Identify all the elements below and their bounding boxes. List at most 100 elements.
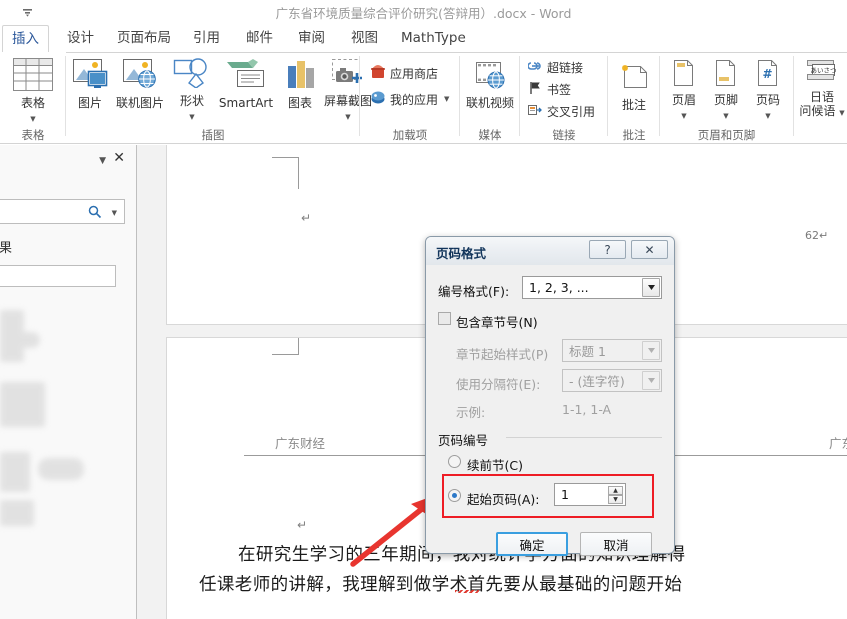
start-at-value: 1	[561, 487, 569, 502]
store-button[interactable]: 应用商店	[370, 64, 438, 82]
online-video-button[interactable]: 联机视频	[464, 61, 516, 110]
svg-text:あいさつ: あいさつ	[811, 67, 837, 75]
ribbon-group-media-label: 媒体	[478, 128, 502, 142]
tab-references[interactable]: 引用	[184, 25, 229, 52]
tab-page-layout[interactable]: 页面布局	[108, 25, 180, 52]
new-comment-label: 批注	[621, 98, 646, 112]
paragraph-mark: ↵	[301, 211, 312, 225]
picture-icon	[69, 58, 111, 94]
margin-marker-top-left	[272, 157, 300, 189]
chevron-down-icon[interactable]: ▼	[189, 113, 194, 121]
group-separator	[793, 56, 794, 136]
page-number-62: 62↵	[805, 229, 829, 242]
tab-mathtype[interactable]: MathType	[392, 25, 475, 52]
chevron-down-icon[interactable]: ▼	[839, 109, 844, 117]
insert-online-picture-button[interactable]: 联机图片	[111, 58, 169, 110]
start-at-radio[interactable]	[448, 489, 461, 502]
chevron-down-icon[interactable]	[642, 341, 660, 360]
ribbon-group-links-label: 链接	[552, 128, 576, 142]
tab-design[interactable]: 设计	[58, 25, 103, 52]
hyperlink-label: 超链接	[547, 61, 584, 75]
ribbon-group-media: 联机视频 媒体	[460, 53, 520, 144]
chevron-down-icon[interactable]: ▼	[765, 112, 770, 120]
new-comment-button[interactable]: 批注	[614, 63, 654, 112]
page-header-left[interactable]: 广东财经	[275, 433, 325, 452]
chevron-down-icon[interactable]	[642, 278, 660, 297]
ribbon: 表格 ▼ 表格 图片 联机图片 形状 ▼ SmartArt 图表 屏幕截图 ▼ …	[0, 52, 847, 144]
table-icon	[9, 58, 57, 94]
ok-button[interactable]: 确定	[496, 532, 568, 556]
help-button-label: ?	[604, 242, 611, 257]
japanese-greeting-label-1: 日语	[809, 90, 834, 104]
bookmark-icon	[528, 81, 543, 98]
chevron-down-icon[interactable]: ▼	[444, 95, 449, 103]
continue-previous-radio[interactable]	[448, 455, 461, 468]
chevron-down-icon[interactable]: ▼	[99, 156, 106, 166]
number-format-label: 编号格式(F):	[438, 284, 510, 299]
search-icon[interactable]	[88, 205, 102, 222]
close-icon[interactable]: ✕	[631, 240, 668, 259]
continue-previous-label: 续前节(C)	[467, 458, 523, 473]
number-format-combo[interactable]: 1, 2, 3, ...	[522, 276, 662, 299]
hyperlink-button[interactable]: 超链接	[527, 59, 584, 76]
insert-chart-label: 图表	[287, 96, 312, 110]
insert-shapes-button[interactable]: 形状 ▼	[171, 58, 213, 122]
bookmark-label: 书签	[547, 83, 572, 97]
chevron-down-icon[interactable]: ▼	[723, 112, 728, 120]
chapter-style-label: 章节起始样式(P)	[456, 347, 549, 362]
cancel-button[interactable]: 取消	[580, 532, 652, 556]
include-chapter-checkbox[interactable]	[438, 312, 451, 325]
start-at-spinner[interactable]: 1 ▲ ▼	[554, 483, 626, 506]
footer-button[interactable]: 页脚 ▼	[706, 58, 746, 121]
chevron-down-icon[interactable]: ▼	[345, 113, 350, 121]
spinner-controls[interactable]: ▲ ▼	[608, 486, 623, 504]
document-title: 广东省环境质量综合评价研究(答辩用）.docx - Word	[275, 6, 572, 21]
close-icon[interactable]: ✕	[113, 151, 125, 165]
document-body-line-2[interactable]: 任课老师的讲解，我理解到做学术首先要从最基础的问题开始	[199, 571, 682, 596]
ribbon-tab-bar: 插入 设计 页面布局 引用 邮件 审阅 视图 MathType	[0, 25, 847, 52]
japanese-greeting-button[interactable]: あいさつ 日语 问候语 ▼	[798, 58, 846, 118]
bookmark-button[interactable]: 书签	[528, 81, 571, 98]
my-apps-label: 我的应用	[390, 92, 439, 107]
japanese-greeting-label-2: 问候语	[799, 104, 836, 118]
online-video-label: 联机视频	[465, 96, 514, 110]
cross-reference-button[interactable]: 交叉引用	[528, 103, 595, 120]
spinner-up-icon[interactable]: ▲	[608, 486, 623, 495]
navigation-results-heading: 结果	[0, 241, 13, 256]
chevron-down-icon[interactable]	[642, 371, 660, 390]
header-button[interactable]: 页眉 ▼	[664, 58, 704, 121]
spelling-squiggle	[455, 590, 479, 593]
ribbon-group-illustrations: 图片 联机图片 形状 ▼ SmartArt 图表 屏幕截图 ▼ 插图	[66, 53, 372, 144]
tab-view[interactable]: 视图	[342, 25, 387, 52]
tab-mailings[interactable]: 邮件	[237, 25, 282, 52]
store-icon	[370, 64, 386, 82]
example-value: 1-1, 1-A	[562, 402, 612, 417]
my-apps-button[interactable]: 我的应用 ▼	[370, 90, 449, 108]
tab-insert[interactable]: 插入	[2, 25, 49, 52]
help-icon[interactable]: ?	[589, 240, 626, 259]
chapter-style-combo[interactable]: 标题 1	[562, 339, 662, 362]
insert-smartart-button[interactable]: SmartArt	[214, 58, 278, 110]
page-number-format-dialog[interactable]: 页码格式 ? ✕ 编号格式(F): 1, 2, 3, ... 包含章节号(N) …	[425, 236, 675, 556]
separator-combo[interactable]: - (连字符)	[562, 369, 662, 392]
spinner-down-icon[interactable]: ▼	[608, 495, 623, 504]
chevron-down-icon[interactable]: ▼	[681, 112, 686, 120]
insert-picture-button[interactable]: 图片	[69, 58, 111, 110]
page-number-button[interactable]: # 页码 ▼	[748, 58, 788, 121]
navigation-result-item[interactable]: ▲	[0, 265, 116, 287]
tab-review[interactable]: 审阅	[289, 25, 334, 52]
ribbon-group-addins: 应用商店 我的应用 ▼ 加载项	[360, 53, 460, 144]
start-at-label: 起始页码(A):	[467, 492, 540, 507]
my-apps-icon	[370, 90, 386, 108]
chapter-style-value: 标题 1	[569, 344, 606, 359]
insert-chart-button[interactable]: 图表	[279, 58, 321, 110]
insert-smartart-label: SmartArt	[218, 96, 274, 110]
chevron-down-icon[interactable]: ▼	[30, 115, 35, 123]
page-number-label: 页码	[755, 93, 780, 107]
navigation-search-box[interactable]: ▼	[0, 199, 125, 224]
hyperlink-icon	[527, 59, 543, 76]
page-header-right[interactable]: 广东	[829, 433, 847, 452]
insert-table-button[interactable]: 表格 ▼	[9, 58, 57, 124]
chevron-down-icon[interactable]: ▼	[112, 209, 117, 217]
insert-picture-label: 图片	[77, 96, 102, 110]
